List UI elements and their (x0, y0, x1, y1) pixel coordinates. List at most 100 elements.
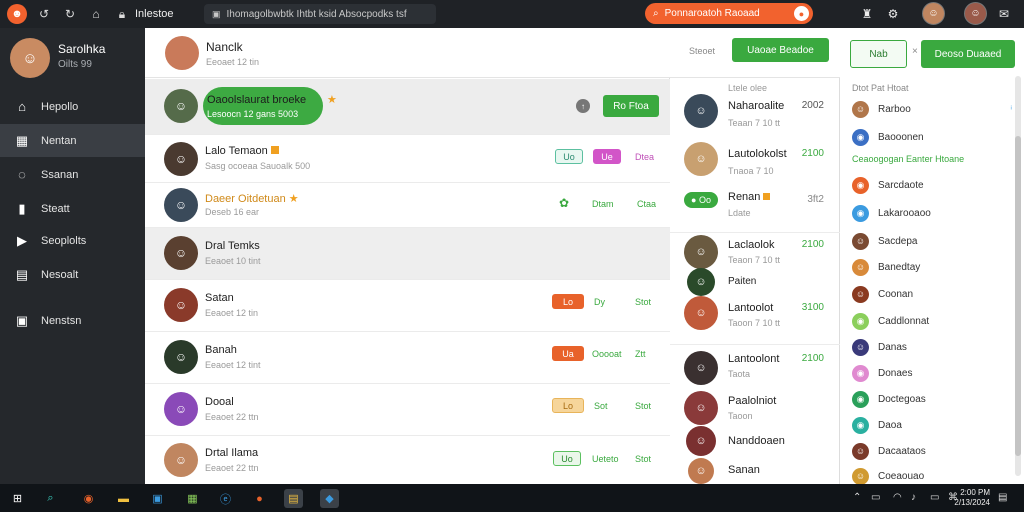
sidebar-item-home[interactable]: ⌂ Hepollo (0, 90, 145, 123)
list-item[interactable]: ☺ Lautolokolst Tnaoa 7 10 2100 (670, 142, 840, 182)
chat-icon: ◌ (18, 167, 26, 182)
back-icon[interactable]: ↺ (35, 5, 53, 23)
list-item[interactable]: ☺ Drtal Ilama Eeaoet 22 ttn Uo Ueteto St… (145, 436, 670, 484)
settings-icon[interactable]: ⚙ (884, 5, 902, 23)
list-item[interactable]: ☺ Daeer Oitdetuan ★ Deseb 16 ear ✿ Dtam … (145, 183, 670, 228)
header-name: Nanclk (206, 40, 243, 54)
list-item[interactable]: ◉ Baooonen (852, 127, 1012, 147)
list-item[interactable]: ☺ Laclaolok Teaon 7 10 tt 2100 (670, 232, 840, 272)
list-item[interactable]: ◉ Doctegoas (852, 389, 1012, 409)
contact-sub: Eeaoet 22 ttn (205, 463, 259, 473)
item-name: Lantoolot (728, 302, 774, 314)
sidebar-item-inbox[interactable]: ▣ Nenstsn (0, 304, 145, 337)
list-item[interactable]: ● Oo Renan Ldate 3ft2 (670, 186, 840, 226)
header-primary-button[interactable]: Uaoae Beadoe (732, 38, 829, 62)
clock[interactable]: 2:00 PM 2/13/2024 (954, 488, 990, 508)
bell-icon[interactable] (940, 5, 958, 23)
list-item[interactable]: ☺ Danas (852, 337, 1012, 357)
scrollbar-thumb[interactable] (1015, 136, 1021, 456)
search-go-icon[interactable]: ● (794, 6, 809, 21)
star-icon[interactable]: ★ (289, 193, 299, 205)
list-item[interactable]: ☺ Banah Eeaoet 12 tint Ua Ooooat Ztt (145, 332, 670, 384)
list-item[interactable]: ◉ Caddlonnat (852, 311, 1012, 331)
item-name: Sanan (728, 464, 760, 476)
value: Ctaa (637, 199, 657, 209)
list-item[interactable]: ☺ Coonan (852, 284, 1012, 304)
explorer-icon[interactable]: ▤ (284, 489, 303, 508)
profile-avatar: ☺ (10, 38, 50, 78)
notification-center-icon[interactable]: ▤ (998, 492, 1007, 503)
chat-icon[interactable]: ✉ (995, 5, 1013, 23)
list-item[interactable]: ◉ Donaes (852, 363, 1012, 383)
sidebar-item-store[interactable]: ▤ Nesoalt (0, 258, 145, 291)
store-icon: ▤ (15, 266, 29, 282)
list-item[interactable]: ☺ Lalo Temaon Sasg ocoeaa Sauoalk 500 Uo… (145, 135, 670, 183)
sidebar-item-work[interactable]: ▦ Nentan (0, 124, 145, 157)
contact-avatar: ☺ (684, 235, 718, 269)
list-item[interactable]: ☺ Dacaataos (852, 441, 1012, 461)
sidebar-profile[interactable]: ☺ Sarolhka Oilts 99 (0, 28, 145, 90)
folder-icon[interactable]: ▬ (114, 489, 133, 508)
search-icon[interactable]: ⌕ (41, 489, 60, 508)
avatar-icon: ☺ (852, 338, 869, 356)
app-logo-icon[interactable]: ☻ (7, 4, 27, 24)
badge-icon (270, 146, 279, 154)
tab-button[interactable]: Nab (850, 40, 907, 68)
app-icon[interactable]: ● (250, 489, 269, 508)
list-item[interactable]: ☺ Banedtay (852, 257, 1012, 277)
list-item[interactable]: ☺ Oaoolslaurat broeke Lesoocn 12 gans 50… (145, 79, 670, 135)
star-icon[interactable]: ★ (327, 93, 337, 106)
list-item[interactable]: ☺ Sacdepa (852, 231, 1012, 251)
network-icon[interactable]: ▭ (871, 492, 880, 503)
list-item[interactable]: ☺ Nanddoaen (670, 426, 840, 456)
close-icon[interactable]: × (912, 46, 918, 57)
scrollbar[interactable] (1015, 76, 1021, 476)
value: Dy (594, 297, 605, 307)
volume-icon[interactable]: ♪ (911, 492, 916, 503)
photos-icon[interactable]: ▦ (183, 489, 202, 508)
list-item[interactable]: ☺ Lantoolot Taoon 7 10 tt 3100 (670, 296, 840, 336)
list-header: Nanclk Eeoaet 12 tin Steoet Uaoae Beadoe (145, 28, 840, 78)
upload-icon[interactable]: ↑ (576, 99, 590, 113)
browser-icon[interactable]: ◉ (79, 489, 98, 508)
chevron-up-icon[interactable]: ⌃ (853, 492, 861, 503)
list-item[interactable]: ☺ Paalolniot Taoon (670, 391, 840, 427)
home-icon[interactable]: ⌂ (87, 5, 105, 23)
reload-icon[interactable]: ↻ (61, 5, 79, 23)
contact-avatar[interactable]: ☺ (964, 2, 987, 25)
primary-button[interactable]: Deoso Duaaed (921, 40, 1015, 68)
lock-icon: 🔒︎ (118, 6, 126, 21)
list-item[interactable]: ☺ Coeaouao (852, 466, 1012, 486)
store-icon[interactable]: ▣ (148, 489, 167, 508)
list-item[interactable]: ☺ Satan Eeaoet 12 tin Lo Dy Stot (145, 280, 670, 332)
notification-icon[interactable]: ♜ (858, 5, 876, 23)
battery-icon[interactable]: ▭ (930, 492, 939, 503)
sidebar-item-chat[interactable]: ◌ Ssanan (0, 158, 145, 191)
item-sub: Taoon 7 10 tt (728, 318, 781, 328)
wifi-icon[interactable]: ◠ (893, 492, 902, 503)
list-item[interactable]: ☺ Sanan (670, 458, 840, 484)
edge-icon[interactable]: ⓔ (216, 489, 235, 508)
windows-start-icon[interactable]: ⊞ (8, 489, 27, 508)
search-bar[interactable]: ⌕ Ponnaroatoh Raoaad ● (645, 3, 813, 24)
list-item[interactable]: ☺ Dral Temks Eeaoet 10 tint (145, 228, 670, 280)
list-item[interactable]: ☺ Paiten (670, 268, 840, 296)
tag: Uo (555, 149, 583, 164)
mail-icon[interactable]: ◆ (320, 489, 339, 508)
list-item[interactable]: ☺ Rarboo ⁱ (852, 99, 1012, 119)
address-bar[interactable]: ▣ Ihomagolbwbtk Ihtbt ksid Absocpodks ts… (204, 4, 436, 24)
item-name: Laclaolok (728, 239, 775, 251)
list-item[interactable]: ◉ Sarcdaote (852, 175, 1012, 195)
tag: Lo (552, 294, 584, 309)
list-item[interactable]: ◉ Lakarooaoo (852, 203, 1012, 223)
header-status: Steoet (689, 46, 716, 56)
list-item[interactable]: ☺ Naharoalite Teaan 7 10 tt 2002 (670, 94, 840, 134)
list-item[interactable]: ◉ Daoa (852, 415, 1012, 435)
contact-sub: Eeaoet 22 ttn (205, 412, 259, 422)
row-action-button[interactable]: Ro Ftoa (603, 95, 659, 117)
sidebar-item-video[interactable]: ▶ Seoplolts (0, 224, 145, 257)
item-label: Doctegoas (878, 393, 926, 405)
list-item[interactable]: ☺ Lantoolont Taota 2100 (670, 344, 840, 390)
list-item[interactable]: ☺ Dooal Eeaoet 22 ttn Lo Sot Stot (145, 384, 670, 436)
sidebar-item-calendar[interactable]: ▮ Steatt (0, 192, 145, 225)
